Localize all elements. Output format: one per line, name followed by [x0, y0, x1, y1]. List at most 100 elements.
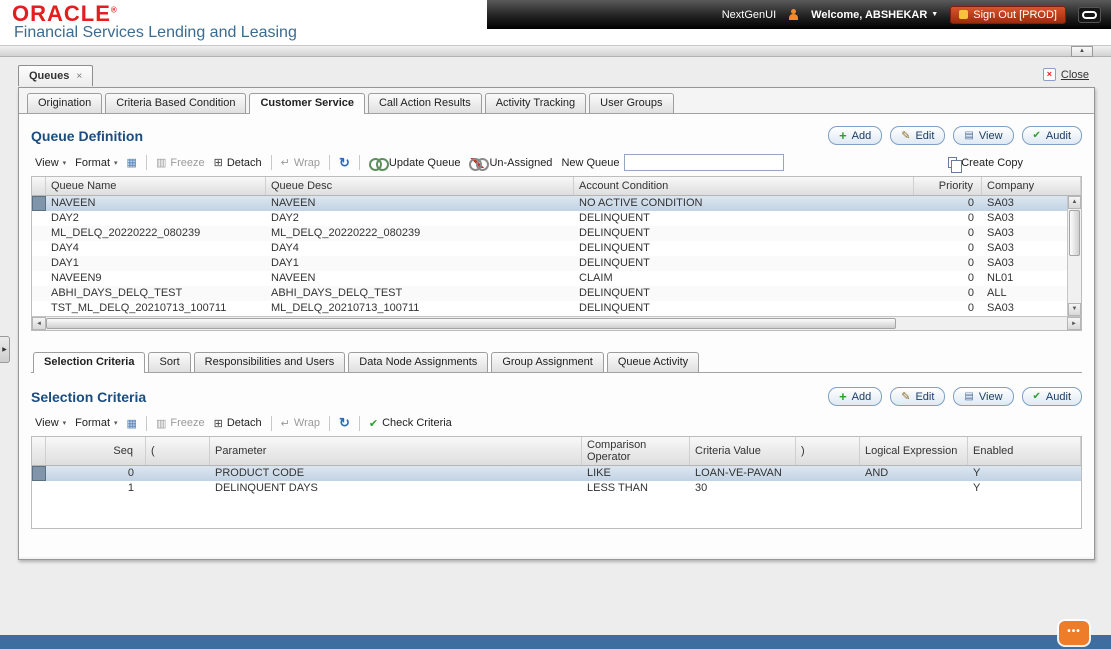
horizontal-scrollbar-thumb[interactable]: [46, 318, 896, 329]
audit-button[interactable]: ✔ Audit: [1021, 126, 1082, 145]
row-selector[interactable]: [32, 241, 46, 256]
sidebar-expand-button[interactable]: ▶: [0, 336, 10, 363]
welcome-menu[interactable]: Welcome, ABSHEKAR ▼: [811, 9, 938, 21]
queue-table-row[interactable]: ML_DELQ_20220222_080239 ML_DELQ_20220222…: [32, 226, 1067, 241]
add-button[interactable]: + Add: [828, 126, 883, 145]
row-selector[interactable]: [32, 226, 46, 241]
horizontal-scrollbar[interactable]: ◄ ►: [32, 316, 1081, 330]
column-header-queue-name[interactable]: Queue Name: [46, 177, 266, 195]
view-menu[interactable]: View ▾: [35, 157, 66, 169]
view-menu-label: View: [35, 417, 59, 429]
column-header-close-paren[interactable]: ): [796, 437, 860, 465]
detach-label: Detach: [226, 156, 262, 169]
scroll-up-button[interactable]: ▲: [1068, 196, 1081, 209]
add-button[interactable]: + Add: [828, 387, 883, 406]
main-tab-label: Criteria Based Condition: [116, 97, 236, 109]
row-selector[interactable]: [32, 466, 46, 481]
view-button[interactable]: ▤ View: [953, 387, 1014, 406]
view-menu[interactable]: View ▾: [35, 417, 66, 429]
row-selector[interactable]: [32, 301, 46, 316]
toolbar-separator: [328, 415, 330, 431]
row-selector[interactable]: [32, 286, 46, 301]
edit-button[interactable]: ✎ Edit: [890, 387, 946, 406]
criteria-table-row[interactable]: 0 PRODUCT CODE LIKE LOAN-VE-PAVAN AND Y: [32, 466, 1081, 481]
update-queue-button[interactable]: Update Queue: [368, 157, 460, 171]
queue-table-row[interactable]: NAVEEN9 NAVEEN CLAIM 0 NL01: [32, 271, 1067, 286]
audit-button[interactable]: ✔ Audit: [1021, 387, 1082, 406]
close-button[interactable]: × Close: [1042, 68, 1089, 81]
vertical-scrollbar[interactable]: ▲ ▼: [1067, 196, 1081, 316]
column-header-criteria-value[interactable]: Criteria Value: [690, 437, 796, 465]
vertical-scrollbar-track[interactable]: [1068, 257, 1081, 303]
column-header-parameter[interactable]: Parameter: [210, 437, 582, 465]
query-by-example-button[interactable]: ▦: [127, 417, 137, 430]
cell-company: SA03: [987, 257, 1014, 269]
format-menu[interactable]: Format ▾: [75, 417, 117, 429]
queue-table-row[interactable]: NAVEEN NAVEEN NO ACTIVE CONDITION 0 SA03: [32, 196, 1067, 211]
column-header-queue-desc[interactable]: Queue Desc: [266, 177, 574, 195]
sub-tab[interactable]: Queue Activity: [606, 352, 700, 372]
scroll-down-button[interactable]: ▼: [1068, 303, 1081, 316]
column-header-open-paren[interactable]: (: [146, 437, 210, 465]
row-selector[interactable]: [32, 196, 46, 211]
main-tab[interactable]: Activity Tracking: [484, 93, 587, 113]
create-copy-button[interactable]: Create Copy: [948, 157, 1023, 173]
refresh-button[interactable]: ↻: [339, 415, 350, 431]
unassigned-button[interactable]: Un-Assigned: [469, 157, 552, 171]
sub-tab[interactable]: Selection Criteria: [33, 352, 146, 373]
edit-button[interactable]: ✎ Edit: [890, 126, 946, 145]
cell-account-condition: CLAIM: [579, 272, 613, 284]
nextgenui-link[interactable]: NextGenUI: [722, 9, 776, 21]
cell-logical-expression: AND: [865, 467, 889, 479]
row-selector[interactable]: [32, 211, 46, 226]
main-tab-label: Call Action Results: [378, 97, 471, 109]
view-button[interactable]: ▤ View: [953, 126, 1014, 145]
vertical-scrollbar-thumb[interactable]: [1069, 210, 1080, 256]
queue-table-row[interactable]: DAY4 DAY4 DELINQUENT 0 SA03: [32, 241, 1067, 256]
sub-tab[interactable]: Responsibilities and Users: [193, 352, 346, 372]
detach-button[interactable]: ⊞ Detach: [214, 156, 262, 170]
scroll-left-button[interactable]: ◄: [32, 317, 46, 330]
row-selector[interactable]: [32, 256, 46, 271]
doc-tab-queues[interactable]: Queues ×: [18, 65, 94, 86]
criteria-table-row[interactable]: 1 DELINQUENT DAYS LESS THAN 30 Y: [32, 481, 1081, 496]
doc-tab-close-icon[interactable]: ×: [76, 71, 82, 82]
detach-button[interactable]: ⊞ Detach: [214, 417, 262, 430]
new-queue-input[interactable]: [623, 154, 784, 171]
row-selector[interactable]: [32, 481, 46, 496]
column-header-logical-expression[interactable]: Logical Expression: [860, 437, 968, 465]
sub-tab[interactable]: Group Assignment: [491, 352, 604, 372]
column-header-priority[interactable]: Priority: [914, 177, 982, 195]
sub-tab[interactable]: Sort: [148, 352, 191, 372]
refresh-button[interactable]: ↻: [339, 155, 350, 171]
column-header-comparison-operator[interactable]: Comparison Operator: [582, 437, 690, 465]
scroll-right-button[interactable]: ►: [1067, 317, 1081, 330]
column-header-enabled[interactable]: Enabled: [968, 437, 1081, 465]
column-header-account-condition[interactable]: Account Condition: [574, 177, 914, 195]
collapse-header-button[interactable]: ▲: [1071, 46, 1093, 57]
column-header-seq[interactable]: Seq: [46, 437, 146, 465]
horizontal-scrollbar-track[interactable]: [896, 317, 1067, 330]
main-tab[interactable]: Call Action Results: [367, 93, 482, 113]
add-icon: +: [839, 127, 847, 143]
main-tab[interactable]: Customer Service: [249, 93, 365, 114]
cell-open-paren: [146, 481, 210, 496]
row-selector[interactable]: [32, 271, 46, 286]
main-tab[interactable]: User Groups: [589, 93, 674, 113]
main-tab[interactable]: Criteria Based Condition: [105, 93, 247, 113]
signout-button[interactable]: Sign Out [PROD]: [950, 5, 1066, 24]
query-by-example-button[interactable]: ▦: [127, 156, 137, 169]
check-criteria-button[interactable]: ✔ Check Criteria: [369, 417, 452, 430]
chat-button[interactable]: •••: [1059, 621, 1089, 645]
queue-table-row[interactable]: TST_ML_DELQ_20210713_100711 ML_DELQ_2021…: [32, 301, 1067, 316]
queue-table-row[interactable]: DAY1 DAY1 DELINQUENT 0 SA03: [32, 256, 1067, 271]
format-menu[interactable]: Format ▾: [75, 157, 117, 169]
main-tab[interactable]: Origination: [27, 93, 103, 113]
sub-tab[interactable]: Data Node Assignments: [348, 352, 489, 372]
column-header-company[interactable]: Company: [982, 177, 1081, 195]
toolbar-separator: [358, 415, 360, 431]
cell-queue-name: DAY2: [51, 212, 79, 224]
queue-table-row[interactable]: DAY2 DAY2 DELINQUENT 0 SA03: [32, 211, 1067, 226]
app-header: ORACLE® Financial Services Lending and L…: [0, 0, 1111, 45]
queue-table-row[interactable]: ABHI_DAYS_DELQ_TEST ABHI_DAYS_DELQ_TEST …: [32, 286, 1067, 301]
